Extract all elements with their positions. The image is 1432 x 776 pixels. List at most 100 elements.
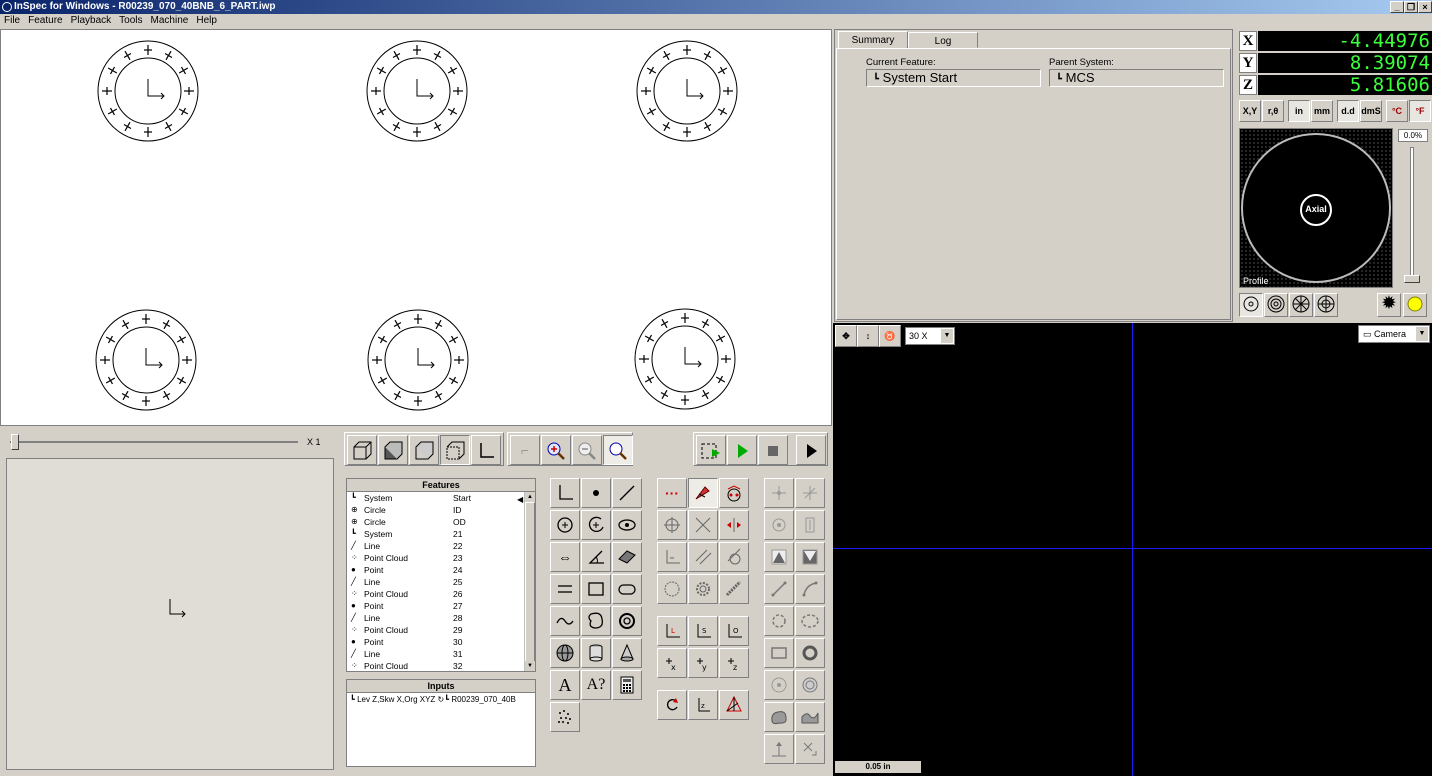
edge-ring-icon[interactable]: [795, 638, 825, 668]
scroll-down-icon[interactable]: ▼: [525, 661, 535, 671]
pan-icon[interactable]: ✥: [835, 325, 857, 347]
rotate-icon[interactable]: [657, 690, 687, 720]
zoom-fit-icon[interactable]: [603, 435, 633, 465]
focus-point-icon[interactable]: [764, 670, 794, 700]
plane-icon[interactable]: [612, 542, 642, 572]
point-target-icon[interactable]: [764, 478, 794, 508]
distance-icon[interactable]: ⇔: [550, 542, 580, 572]
dms-button[interactable]: dmS: [1360, 100, 1382, 122]
curve-icon[interactable]: [550, 606, 580, 636]
gear-icon[interactable]: [688, 574, 718, 604]
scroll-thumb[interactable]: [525, 502, 535, 667]
camera-select[interactable]: ▭ Camera ▼: [1358, 325, 1430, 343]
target-icon[interactable]: ♉: [879, 325, 901, 347]
chevron-down-icon[interactable]: ▼: [941, 329, 953, 343]
edge-circle-icon[interactable]: [764, 606, 794, 636]
single-ring-button[interactable]: [1239, 293, 1263, 317]
menu-file[interactable]: File: [4, 14, 20, 28]
feature-row[interactable]: ● Point 24: [347, 564, 535, 576]
angle-icon[interactable]: [581, 542, 611, 572]
inputs-list[interactable]: Inputs ┗ Lev Z,Skw X,Org XYZ ↻┗ R00239_0…: [346, 679, 536, 767]
feature-row[interactable]: ┗ System Start: [347, 492, 535, 504]
light-ring-display[interactable]: Axial Profile: [1239, 128, 1393, 288]
thread-icon[interactable]: [719, 574, 749, 604]
line-icon[interactable]: [612, 478, 642, 508]
mm-button[interactable]: mm: [1311, 100, 1333, 122]
multi-ring-button[interactable]: [1264, 293, 1288, 317]
point-cloud-icon[interactable]: [550, 702, 580, 732]
center-target-icon[interactable]: [764, 510, 794, 540]
ellipse-icon[interactable]: [612, 510, 642, 540]
celsius-button[interactable]: °C: [1386, 100, 1408, 122]
sector-ring-button[interactable]: [1289, 293, 1313, 317]
light-slider-track[interactable]: [1410, 147, 1414, 283]
feature-row[interactable]: ╱ Line 28: [347, 612, 535, 624]
playback-slider-track[interactable]: [10, 441, 298, 443]
feature-row[interactable]: ⁘ Point Cloud 23: [347, 552, 535, 564]
sphere-icon[interactable]: [550, 638, 580, 668]
light-slider-thumb[interactable]: [1404, 275, 1420, 283]
crosshair-target-icon[interactable]: [657, 510, 687, 540]
tab-summary[interactable]: Summary: [838, 31, 908, 49]
minimize-button[interactable]: _: [1390, 1, 1404, 13]
star-target-icon[interactable]: [795, 478, 825, 508]
zoom-select[interactable]: 30 X ▼: [905, 327, 955, 345]
feature-row[interactable]: ⊕ Circle ID: [347, 504, 535, 516]
edge-profile-icon[interactable]: [795, 606, 825, 636]
point-icon[interactable]: [581, 478, 611, 508]
measure-icon[interactable]: ⌐: [510, 435, 540, 465]
wire-view-icon[interactable]: [440, 435, 470, 465]
feature-row[interactable]: ╱ Line 31: [347, 648, 535, 660]
height-gauge-icon[interactable]: [764, 734, 794, 764]
dots-button[interactable]: ···: [657, 478, 687, 508]
axes-icon[interactable]: [471, 435, 501, 465]
menu-tools[interactable]: Tools: [119, 14, 142, 28]
edge-arc-icon[interactable]: [795, 574, 825, 604]
circle-icon[interactable]: [550, 510, 580, 540]
step-program-icon[interactable]: [696, 435, 726, 465]
menu-feature[interactable]: Feature: [28, 14, 62, 28]
calculator-icon[interactable]: [612, 670, 642, 700]
cone-icon[interactable]: [612, 638, 642, 668]
probe-icon[interactable]: [688, 478, 718, 508]
tangent-icon[interactable]: [719, 542, 749, 572]
solid-view-icon[interactable]: [378, 435, 408, 465]
slot-icon[interactable]: [612, 574, 642, 604]
offset-y-icon[interactable]: y: [688, 648, 718, 678]
sector-multi-ring-button[interactable]: [1314, 293, 1338, 317]
feature-row[interactable]: ╱ Line 25: [347, 576, 535, 588]
decimal-degrees-button[interactable]: d.d: [1337, 100, 1359, 122]
run-icon[interactable]: [796, 435, 826, 465]
polar-mode-button[interactable]: r,θ: [1262, 100, 1284, 122]
arc-icon[interactable]: [581, 510, 611, 540]
xy-mode-button[interactable]: X,Y: [1239, 100, 1261, 122]
play-icon[interactable]: [727, 435, 757, 465]
light-on-button[interactable]: [1403, 293, 1427, 317]
menu-machine[interactable]: Machine: [151, 14, 189, 28]
preview-view[interactable]: [6, 458, 334, 770]
3d-align-icon[interactable]: [719, 690, 749, 720]
backlight-icon[interactable]: ✹: [1377, 293, 1401, 317]
menu-help[interactable]: Help: [196, 14, 217, 28]
skew-icon[interactable]: S: [688, 616, 718, 646]
restore-button[interactable]: ❐: [1404, 1, 1418, 13]
focus-spiral-icon[interactable]: [795, 670, 825, 700]
offset-z-icon[interactable]: z: [719, 648, 749, 678]
focus-icon[interactable]: ↕: [857, 325, 879, 347]
rectangle-icon[interactable]: [581, 574, 611, 604]
z-axis-icon[interactable]: z: [688, 690, 718, 720]
feature-row[interactable]: ⊕ Circle OD: [347, 516, 535, 528]
zoom-out-icon[interactable]: [572, 435, 602, 465]
text-button[interactable]: A: [550, 670, 580, 700]
valley-icon[interactable]: [795, 542, 825, 572]
scroll-up-icon[interactable]: ▲: [525, 492, 535, 502]
stop-icon[interactable]: [758, 435, 788, 465]
width-icon[interactable]: [550, 574, 580, 604]
best-fit-circle-icon[interactable]: [657, 574, 687, 604]
origin-icon[interactable]: O: [719, 616, 749, 646]
peak-icon[interactable]: [764, 542, 794, 572]
features-list[interactable]: Features ┗ System Start ⊕ Circle ID ⊕ Circle OD ┗…: [346, 478, 536, 672]
camera-view[interactable]: 0.05 in: [833, 323, 1432, 776]
features-scrollbar[interactable]: ▲ ▼: [524, 492, 535, 671]
feature-row[interactable]: ╱ Line 22: [347, 540, 535, 552]
